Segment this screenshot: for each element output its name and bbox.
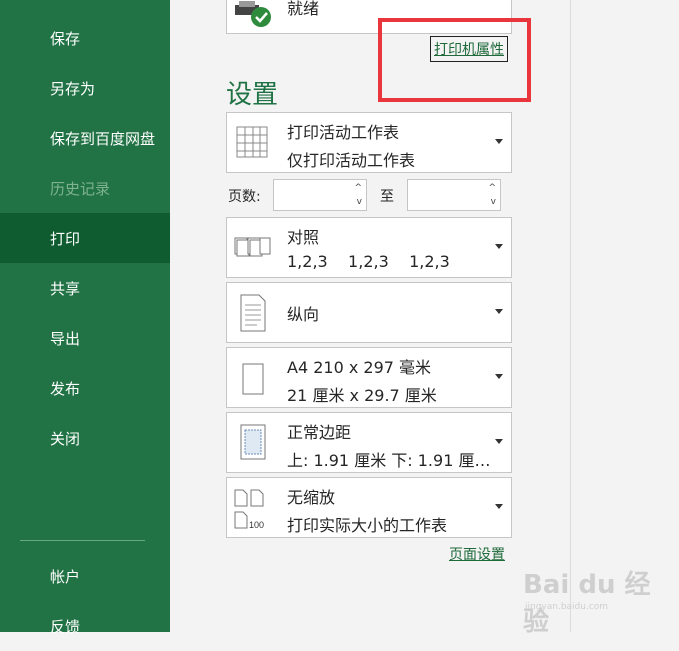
chevron-down-icon[interactable]: v [357,197,362,207]
margins-icon [233,421,273,465]
print-what-dropdown[interactable]: 打印活动工作表 仅打印活动工作表 [226,112,512,173]
scaling-dropdown[interactable]: 100 无缩放 打印实际大小的工作表 [226,477,512,538]
watermark-brand: Bai du 经验 [523,570,651,637]
pages-to-label: 至 [380,189,394,205]
nav-save-to-baidu-pan[interactable]: 保存到百度网盘 [0,113,170,163]
chevron-down-icon [495,309,503,314]
nav-save[interactable]: 保存 [0,13,170,63]
print-what-title: 打印活动工作表 [287,123,400,142]
collate-icon [233,226,273,270]
paper-size-icon [233,356,273,400]
margins-dropdown[interactable]: 正常边距 上: 1.91 厘米 下: 1.91 厘米 左: 1.78 厘米 右:… [226,412,512,473]
nav-history: 历史记录 [50,179,111,198]
scaling-badge: 100 [249,520,264,530]
collate-desc: 1,2,3 1,2,3 1,2,3 [287,252,450,271]
sidebar-divider [20,540,145,541]
printer-status-text: 就绪 [287,0,320,18]
printer-properties-link[interactable]: 打印机属性 [430,36,508,62]
collate-title: 对照 [287,228,320,247]
chevron-down-icon[interactable]: v [491,197,496,207]
chevron-down-icon [495,439,503,444]
preview-divider [570,0,571,632]
paper-size-title: A4 210 x 297 毫米 [287,358,432,377]
paper-size-desc: 21 厘米 x 29.7 厘米 [287,386,437,405]
scaling-desc: 打印实际大小的工作表 [287,516,448,535]
pages-to-input[interactable] [410,182,488,210]
watermark-url: jingyan.baidu.com [525,602,609,612]
page-setup-link[interactable]: 页面设置 [449,544,505,564]
nav-share[interactable]: 共享 [0,263,170,313]
chevron-up-icon[interactable]: ^ [354,183,362,193]
paper-size-dropdown[interactable]: A4 210 x 297 毫米 21 厘米 x 29.7 厘米 [226,347,512,408]
settings-heading: 设置 [226,80,279,110]
pages-from-stepper[interactable]: ^ v [273,179,367,211]
print-what-desc: 仅打印活动工作表 [287,151,416,170]
backstage-sidebar: 保存 另存为 保存到百度网盘 历史记录 打印 共享 导出 发布 关闭 帐户 反馈 [0,0,170,636]
pages-from-input[interactable] [276,182,354,210]
nav-save-as[interactable]: 另存为 [0,63,170,113]
nav-account[interactable]: 帐户 [0,551,170,601]
nav-close[interactable]: 关闭 [0,413,170,463]
pages-label: 页数: [228,189,261,205]
chevron-down-icon [495,504,503,509]
chevron-down-icon [495,244,503,249]
scaling-title: 无缩放 [287,488,336,507]
sheet-grid-icon [233,121,273,165]
orientation-text: 纵向 [287,305,320,324]
baidu-jingyan-watermark: Bai du 经验 jingyan.baidu.com [523,558,673,637]
chevron-down-icon [495,374,503,379]
nav-publish[interactable]: 发布 [0,363,170,413]
printer-select-dropdown[interactable]: 就绪 [226,0,512,34]
chevron-up-icon[interactable]: ^ [488,183,496,193]
nav-print[interactable]: 打印 [0,213,170,263]
portrait-page-icon [233,291,273,335]
printer-ready-icon [233,0,273,43]
nav-export[interactable]: 导出 [0,313,170,363]
margins-desc: 上: 1.91 厘米 下: 1.91 厘米 左: 1.78 厘米 右: 1.78… [287,451,492,470]
margins-title: 正常边距 [287,423,352,442]
nav-feedback[interactable]: 反馈 [0,601,170,651]
chevron-down-icon [495,139,503,144]
no-scaling-icon: 100 [233,482,273,530]
pages-to-stepper[interactable]: ^ v [407,179,501,211]
orientation-dropdown[interactable]: 纵向 [226,282,512,343]
collate-dropdown[interactable]: 对照 1,2,3 1,2,3 1,2,3 [226,217,512,278]
